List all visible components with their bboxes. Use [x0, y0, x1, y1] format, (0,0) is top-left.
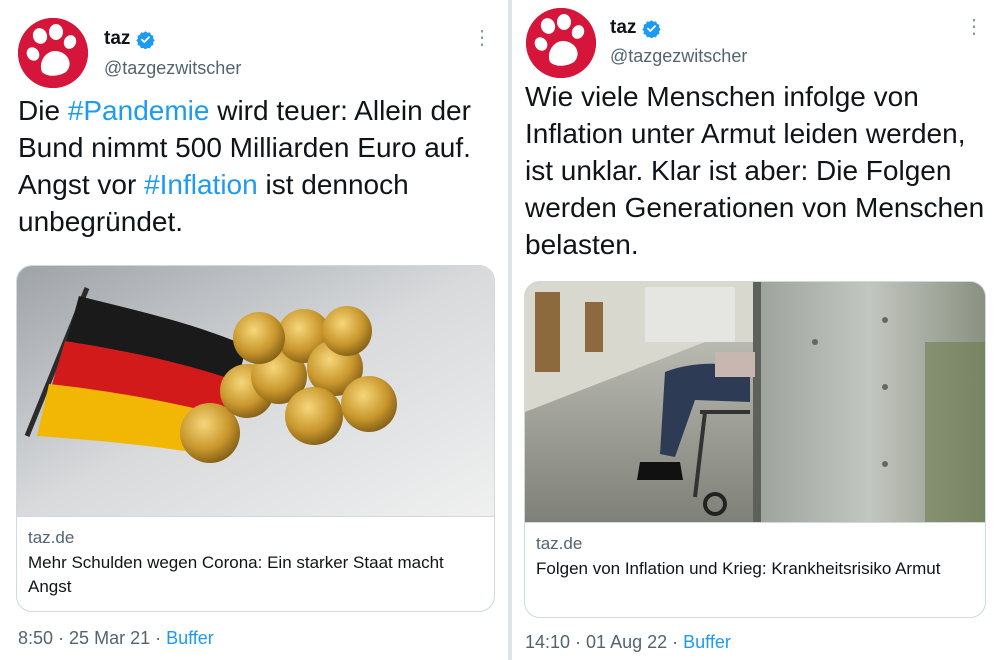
verified-badge-icon: [642, 19, 662, 38]
card-image: [525, 282, 985, 522]
tweet-date[interactable]: 25 Mar 21: [69, 628, 150, 648]
card-domain: taz.de: [536, 534, 583, 553]
tweet-text: Die #Pandemie wird teuer: Allein der Bun…: [18, 95, 471, 237]
card-image: [17, 266, 494, 516]
tweet-meta: 8:50 · 25 Mar 21 · Buffer: [18, 628, 214, 648]
card-title: Mehr Schulden wegen Corona: Ein starker …: [28, 553, 444, 596]
tweet-time[interactable]: 14:10: [525, 632, 570, 652]
tweet-date[interactable]: 01 Aug 22: [586, 632, 667, 652]
card-title: Folgen von Inflation und Krieg: Krankhei…: [536, 559, 941, 578]
flag-and-coins-image: [17, 266, 494, 516]
hashtag-link[interactable]: #Inflation: [144, 169, 258, 200]
user-handle[interactable]: @tazgezwitscher: [610, 46, 747, 67]
display-name[interactable]: taz: [610, 17, 662, 39]
verified-badge-icon: [136, 30, 156, 49]
avatar[interactable]: [18, 18, 88, 88]
avatar[interactable]: [526, 8, 596, 78]
paw-logo-icon: [526, 8, 596, 78]
user-handle[interactable]: @tazgezwitscher: [104, 58, 241, 79]
card-text: taz.de Folgen von Inflation und Krieg: K…: [525, 522, 985, 617]
tweet-time[interactable]: 8:50: [18, 628, 53, 648]
display-name[interactable]: taz: [104, 28, 156, 50]
tweet-source[interactable]: Buffer: [683, 632, 731, 652]
card-text: taz.de Mehr Schulden wegen Corona: Ein s…: [17, 516, 494, 611]
tweet-source[interactable]: Buffer: [166, 628, 214, 648]
card-domain: taz.de: [28, 528, 75, 547]
tweet-meta: 14:10 · 01 Aug 22 · Buffer: [525, 632, 731, 652]
paw-logo-icon: [18, 18, 88, 88]
hospital-corridor-image: [525, 282, 985, 522]
hashtag-link[interactable]: #Pandemie: [68, 95, 210, 126]
tweet-2[interactable]: taz @tazgezwitscher ⋮ Wie viele Menschen…: [512, 0, 1000, 660]
tweet-1[interactable]: taz @tazgezwitscher ⋮ Die #Pandemie wird…: [0, 0, 508, 660]
more-vertical-icon[interactable]: ⋮: [472, 28, 492, 48]
tweet-text: Wie viele Menschen infolge von Inflation…: [525, 81, 985, 260]
link-card[interactable]: taz.de Folgen von Inflation und Krieg: K…: [524, 281, 986, 618]
link-card[interactable]: taz.de Mehr Schulden wegen Corona: Ein s…: [16, 265, 495, 612]
more-vertical-icon[interactable]: ⋮: [964, 17, 984, 37]
